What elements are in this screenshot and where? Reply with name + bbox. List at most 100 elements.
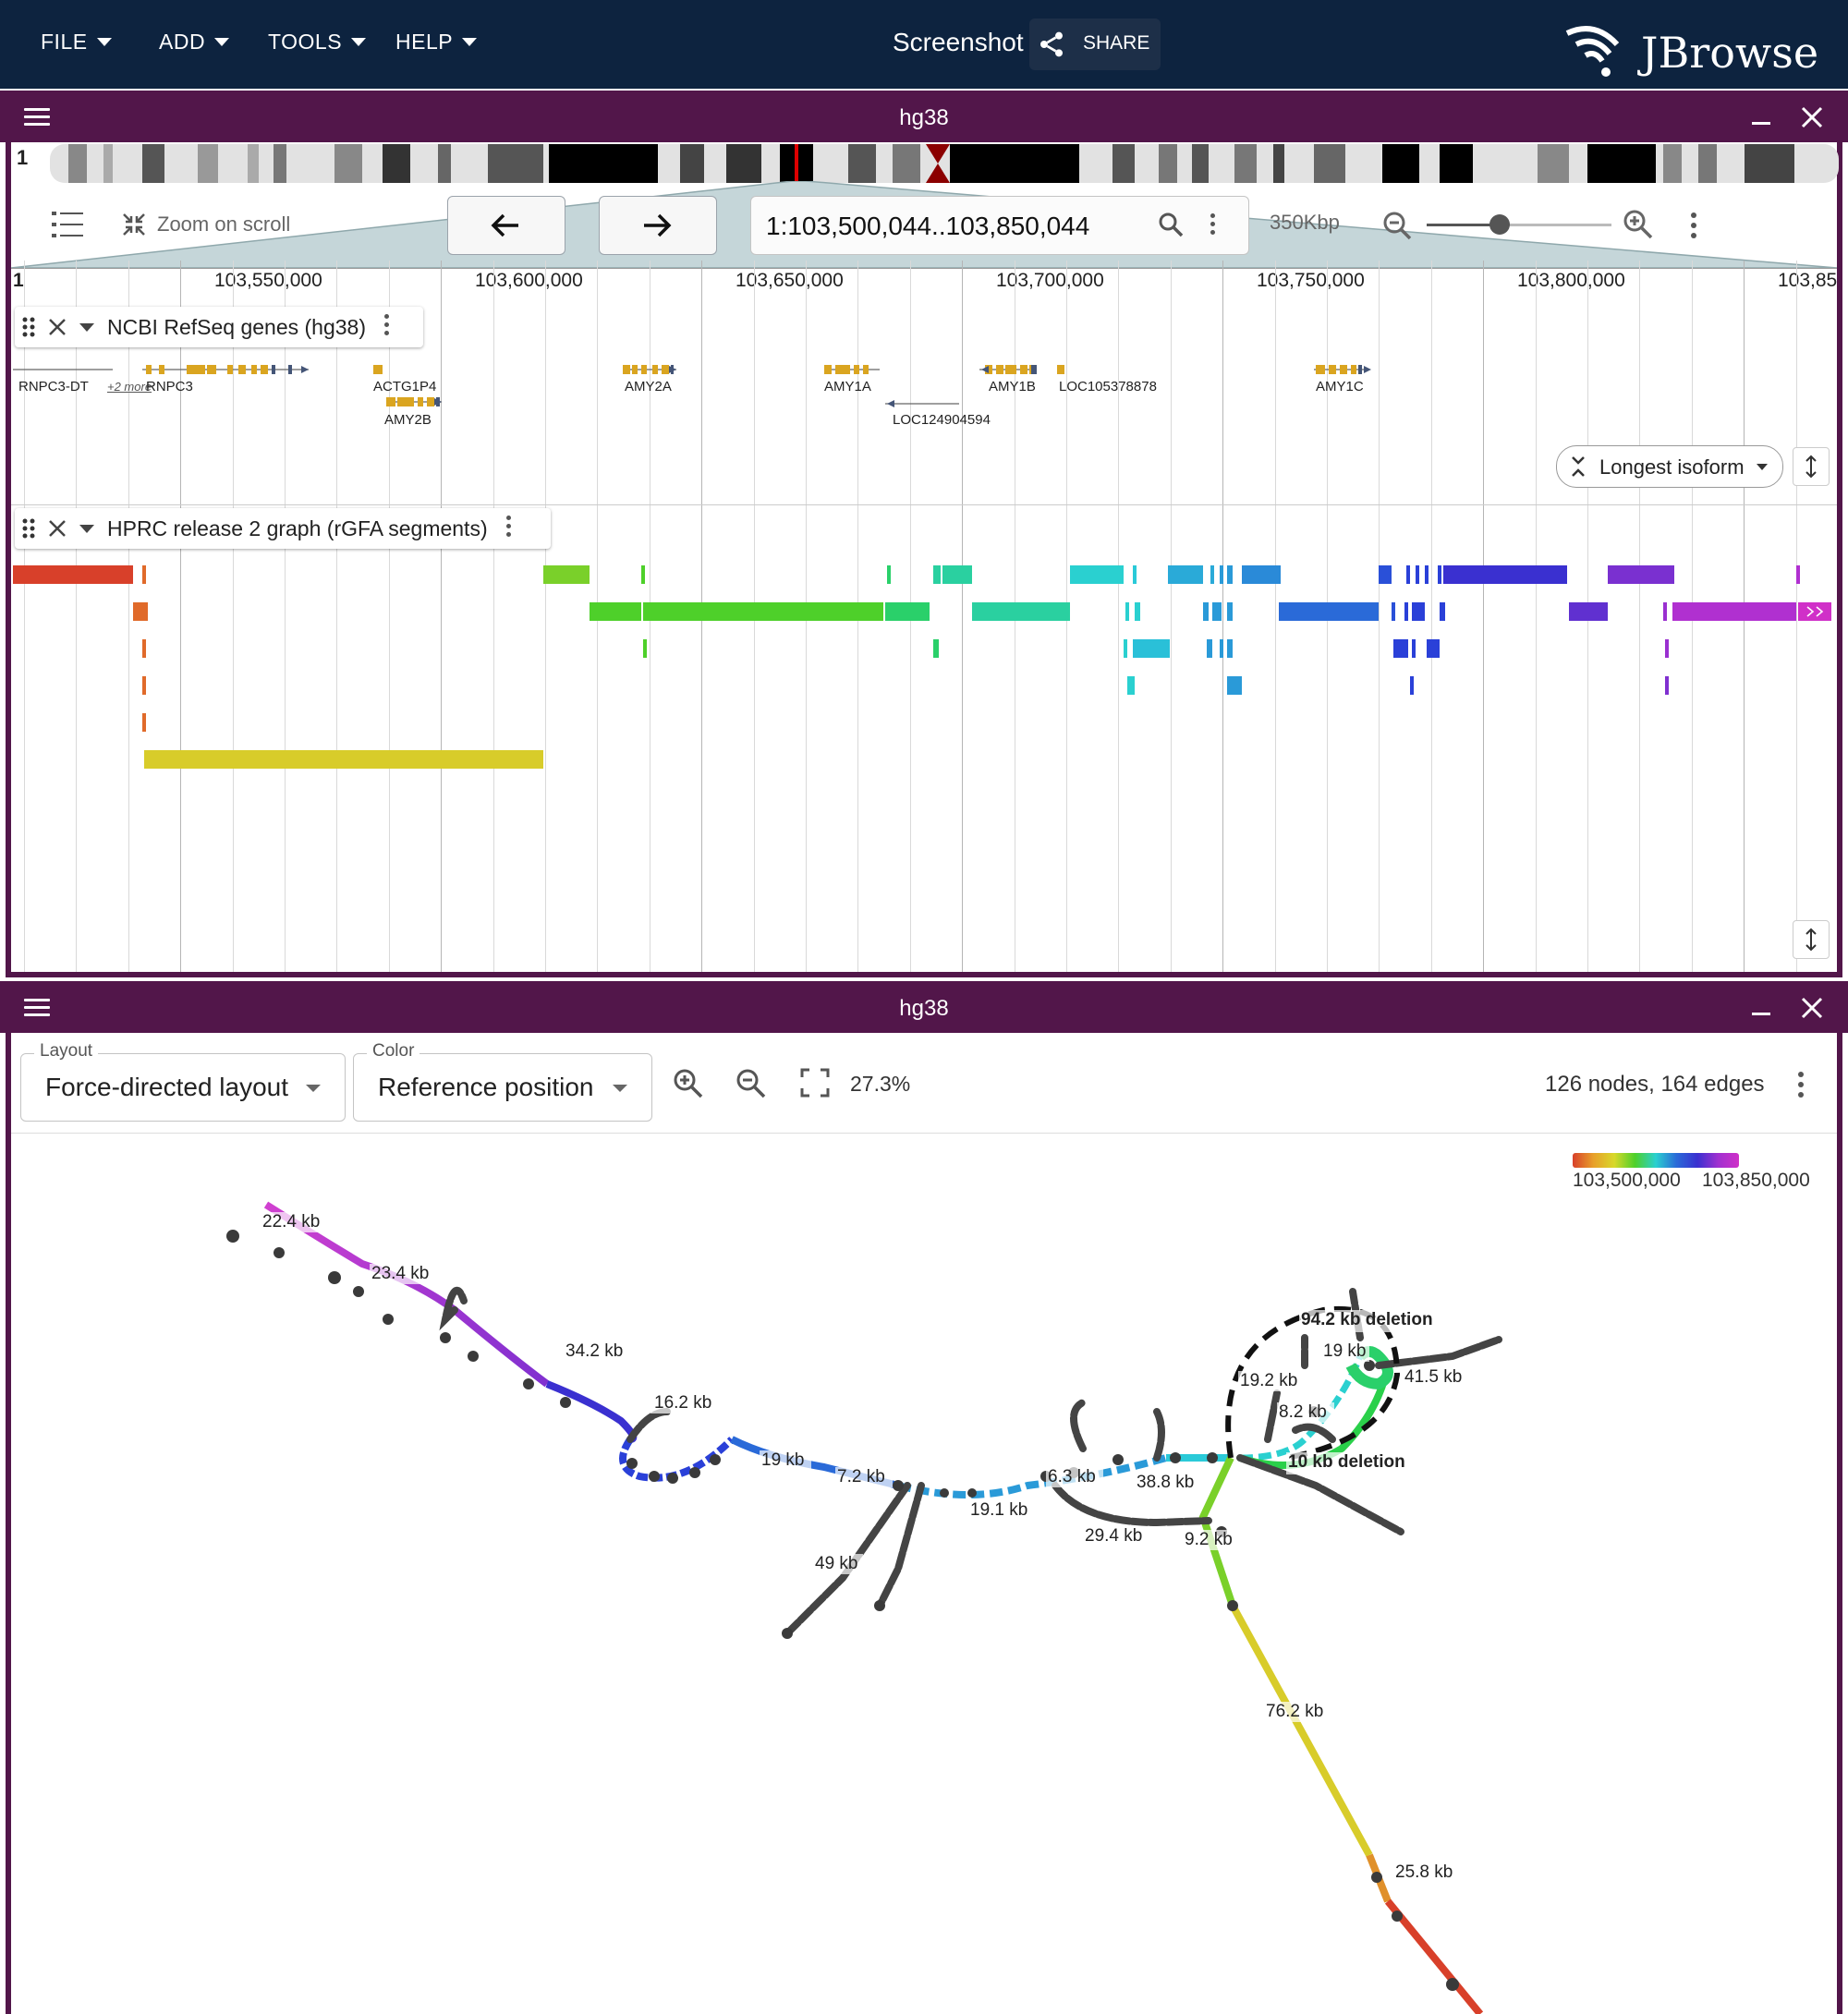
edge-label: 49 kb: [815, 1554, 857, 1573]
graph-track-header[interactable]: HPRC release 2 graph (rGFA segments): [15, 508, 551, 549]
close-icon[interactable]: [48, 519, 67, 538]
close-icon[interactable]: [48, 318, 67, 336]
zoom-in-icon[interactable]: [1623, 209, 1654, 240]
resize-track-button[interactable]: [1793, 920, 1830, 959]
chevron-down-icon: [214, 38, 230, 46]
chevron-down-icon: [306, 1085, 321, 1092]
chromosome-label: 1: [17, 146, 29, 169]
zoom-slider[interactable]: [1427, 214, 1611, 235]
track-list-icon[interactable]: [52, 211, 83, 238]
app-bar: FILE ADD TOOLS HELP Screenshot SHARE JBr…: [0, 0, 1848, 89]
location-input[interactable]: 1:103,500,044..103,850,044: [750, 196, 1249, 255]
graph-view-header: hg38: [0, 981, 1848, 1033]
gene-label[interactable]: LOC124904594: [893, 412, 991, 428]
share-button[interactable]: SHARE: [1029, 18, 1161, 70]
more-vert-icon[interactable]: [384, 314, 389, 340]
gene-label[interactable]: ACTG1P4: [373, 379, 436, 394]
help-menu[interactable]: HELP: [395, 30, 478, 55]
chevron-down-icon: [351, 38, 367, 46]
layout-value: Force-directed layout: [45, 1073, 289, 1101]
help-menu-label: HELP: [395, 30, 454, 54]
more-vert-icon[interactable]: [1691, 212, 1696, 243]
ruler-tick-label: 103,650,000: [736, 270, 844, 291]
graph-view-title: hg38: [899, 996, 949, 1021]
ruler-tick-label: 103,700,000: [996, 270, 1104, 291]
gene-label[interactable]: AMY1B: [989, 379, 1036, 394]
more-vert-icon[interactable]: [1210, 213, 1215, 239]
zoom-in-icon[interactable]: [673, 1068, 704, 1099]
gene-label[interactable]: LOC105378878: [1059, 379, 1157, 394]
gene-track-header[interactable]: NCBI RefSeq genes (hg38): [15, 307, 423, 347]
gene-label[interactable]: AMY2A: [625, 379, 672, 394]
color-label: Color: [367, 1041, 420, 1062]
graph-view-border-right: [1837, 1033, 1842, 2014]
more-vert-icon[interactable]: [1798, 1072, 1804, 1102]
jbrowse-logo-text: JBrowse: [1641, 28, 1819, 78]
color-select[interactable]: Color Reference position: [353, 1041, 652, 1122]
tools-menu-label: TOOLS: [268, 30, 343, 54]
forward-button[interactable]: [599, 196, 717, 255]
graph-canvas[interactable]: 22.4 kb 23.4 kb 34.2 kb 16.2 kb 19 kb 7.…: [11, 1134, 1837, 2014]
resize-vertical-icon: [1805, 928, 1817, 952]
share-label: SHARE: [1083, 32, 1150, 54]
edge-label: 76.2 kb: [1266, 1702, 1323, 1721]
ruler-tick-label: 103,800,000: [1517, 270, 1625, 291]
chevron-down-icon[interactable]: [79, 322, 94, 332]
chromosome-ideogram[interactable]: [50, 144, 1839, 183]
edge-label: 19.1 kb: [970, 1500, 1027, 1520]
collapse-icon[interactable]: [122, 212, 146, 237]
fit-screen-icon[interactable]: [800, 1068, 830, 1098]
chevron-down-icon: [462, 38, 478, 46]
graph-stats: 126 nodes, 164 edges: [1545, 1072, 1765, 1097]
chevron-down-icon[interactable]: [79, 524, 94, 533]
zoom-on-scroll-toggle[interactable]: Zoom on scroll: [157, 212, 290, 237]
back-button[interactable]: [447, 196, 565, 255]
share-icon: [1040, 31, 1063, 57]
zoom-out-icon[interactable]: [1382, 211, 1412, 240]
zoom-out-icon[interactable]: [736, 1068, 767, 1099]
isoform-label: Longest isoform: [1599, 455, 1745, 479]
arrow-right-icon: [644, 213, 672, 237]
zoom-slider-thumb[interactable]: [1489, 214, 1510, 235]
collapse-icon: [1572, 456, 1585, 477]
close-icon[interactable]: [1800, 105, 1824, 129]
toolbar-divider: [11, 1133, 1837, 1134]
gene-track-title: NCBI RefSeq genes (hg38): [107, 314, 366, 339]
minimize-icon[interactable]: [1752, 122, 1770, 125]
deletion-label: 10 kb deletion: [1288, 1452, 1405, 1472]
edge-label: 19 kb: [1323, 1341, 1366, 1361]
layout-label: Layout: [34, 1041, 99, 1062]
gene-label[interactable]: AMY2B: [384, 412, 432, 428]
gene-label[interactable]: AMY1A: [824, 379, 871, 394]
jbrowse-logo-icon: [1565, 26, 1620, 77]
arrow-left-icon: [491, 213, 518, 237]
minimize-icon[interactable]: [1752, 1013, 1770, 1015]
span-label: 350Kbp: [1270, 211, 1340, 234]
add-menu[interactable]: ADD: [159, 30, 230, 55]
deletion-label: 94.2 kb deletion: [1301, 1310, 1433, 1329]
graph-segments[interactable]: [11, 554, 1837, 776]
gene-label[interactable]: AMY1C: [1316, 379, 1364, 394]
file-menu[interactable]: FILE: [41, 30, 112, 55]
ruler-tick-label: 103,85: [1778, 270, 1837, 291]
search-icon[interactable]: [1158, 212, 1184, 237]
location-value: 1:103,500,044..103,850,044: [766, 212, 1090, 240]
drag-handle-icon[interactable]: [22, 518, 35, 539]
drag-handle-icon[interactable]: [22, 317, 35, 337]
gene-label[interactable]: RNPC3: [146, 379, 193, 394]
resize-track-button[interactable]: [1793, 447, 1830, 486]
gene-label[interactable]: RNPC3-DT: [18, 379, 89, 394]
more-vert-icon[interactable]: [505, 516, 511, 541]
edge-label: 9.2 kb: [1185, 1530, 1233, 1549]
zoom-percent: 27.3%: [850, 1072, 911, 1096]
chevron-down-icon: [1757, 464, 1768, 470]
ruler-tick-label: 103,750,000: [1257, 270, 1365, 291]
close-icon[interactable]: [1800, 996, 1824, 1020]
edge-label: 19.2 kb: [1240, 1371, 1297, 1390]
tools-menu[interactable]: TOOLS: [268, 30, 367, 55]
isoform-button[interactable]: Longest isoform: [1556, 445, 1783, 488]
file-menu-label: FILE: [41, 30, 88, 54]
more-genes-link[interactable]: +2 more: [107, 380, 152, 394]
edge-label: 16.2 kb: [654, 1393, 711, 1413]
layout-select[interactable]: Layout Force-directed layout: [20, 1041, 346, 1122]
